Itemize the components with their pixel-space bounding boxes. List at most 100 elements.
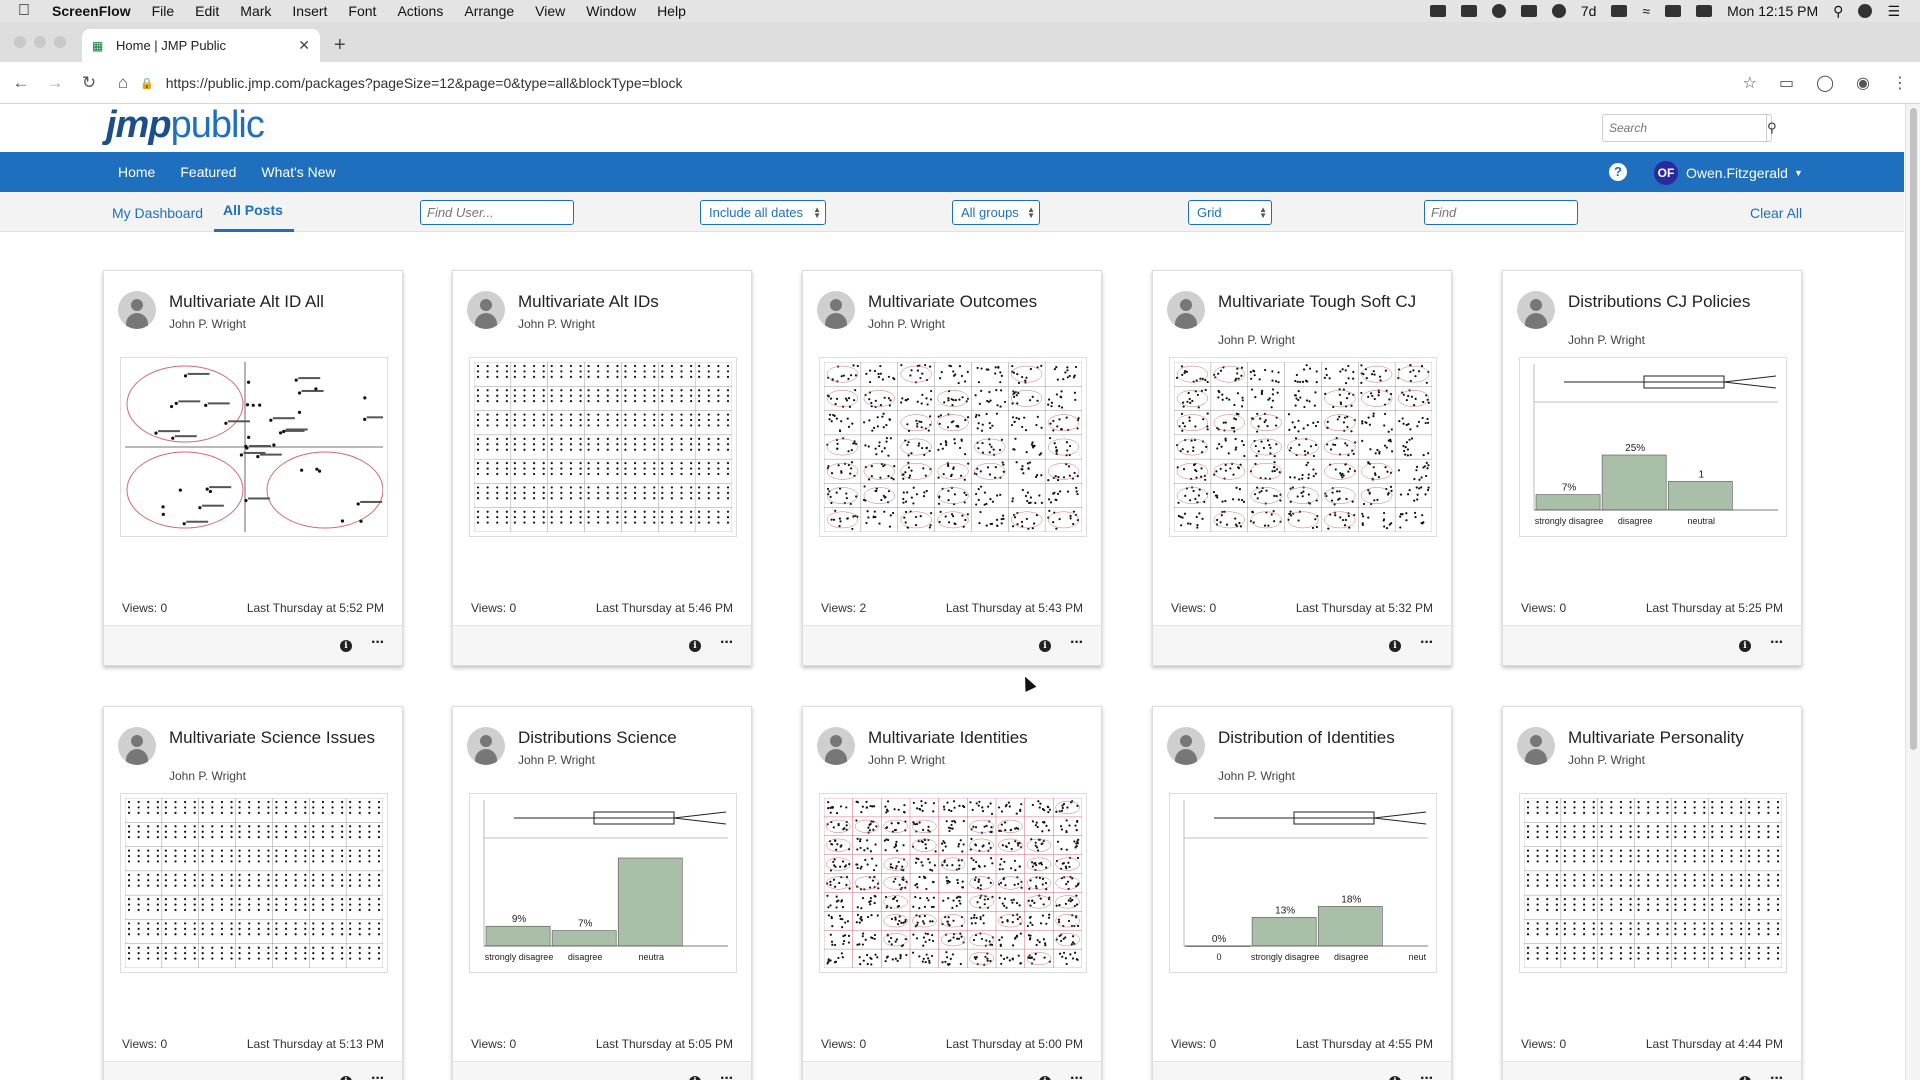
more-options-icon[interactable]: ···	[371, 1070, 385, 1080]
author-avatar[interactable]	[1517, 727, 1555, 765]
zoom-window-button[interactable]	[54, 36, 66, 48]
forward-icon[interactable]: →	[42, 73, 68, 93]
post-card[interactable]: Multivariate Tough Soft CJ John P. Wrigh…	[1152, 270, 1452, 666]
jmp-public-logo[interactable]: jmppublic	[106, 104, 265, 147]
address-bar[interactable]: 🔒 https://public.jmp.com/packages?pageSi…	[140, 69, 1750, 97]
author-avatar[interactable]	[1517, 291, 1555, 329]
post-title[interactable]: Multivariate Alt ID All	[169, 293, 397, 311]
menu-help[interactable]: Help	[657, 3, 686, 19]
browser-tab-active[interactable]: ▦ Home | JMP Public ✕	[82, 29, 320, 62]
more-options-icon[interactable]: ···	[371, 634, 385, 652]
dates-select[interactable]: Include all dates ▲ ▼	[700, 200, 826, 225]
find-user-input[interactable]	[420, 200, 574, 225]
post-card[interactable]: Distributions Science John P. Wright 9% 7…	[452, 706, 752, 1080]
app-status-icon[interactable]	[1611, 5, 1628, 17]
post-thumbnail[interactable]	[1169, 357, 1437, 537]
cloud-icon[interactable]	[1460, 5, 1477, 17]
more-options-icon[interactable]: ···	[1770, 634, 1784, 652]
battery-icon[interactable]	[1696, 5, 1713, 17]
menu-view[interactable]: View	[535, 3, 565, 19]
menu-arrange[interactable]: Arrange	[464, 3, 514, 19]
apple-icon[interactable]: 	[18, 2, 38, 20]
post-thumbnail[interactable]	[1519, 793, 1787, 973]
post-author[interactable]: John P. Wright	[169, 769, 246, 783]
post-author[interactable]: John P. Wright	[1218, 333, 1295, 347]
post-title[interactable]: Distribution of Identities	[1218, 729, 1446, 747]
post-thumbnail[interactable]	[819, 793, 1087, 973]
menu-mark[interactable]: Mark	[240, 3, 271, 19]
new-tab-icon[interactable]: +	[334, 34, 346, 57]
menu-actions[interactable]: Actions	[397, 3, 443, 19]
profile-icon[interactable]: ◉	[1856, 73, 1870, 93]
post-card[interactable]: Multivariate Science Issues John P. Wrig…	[103, 706, 403, 1080]
post-title[interactable]: Distributions Science	[518, 729, 746, 747]
nav-home[interactable]: Home	[118, 164, 155, 180]
post-thumbnail[interactable]	[469, 357, 737, 537]
menu-font[interactable]: Font	[348, 3, 376, 19]
post-card[interactable]: Multivariate Alt ID All John P. Wright V…	[103, 270, 403, 666]
author-avatar[interactable]	[1167, 727, 1205, 765]
author-avatar[interactable]	[118, 727, 156, 765]
page-scrollbar[interactable]	[1905, 104, 1920, 1080]
post-card[interactable]: Distribution of Identities John P. Wrigh…	[1152, 706, 1452, 1080]
nav-whats-new[interactable]: What's New	[261, 164, 335, 180]
scrollbar-thumb[interactable]	[1910, 108, 1917, 750]
post-thumbnail[interactable]: 0% 13% 18% 0 strongly disagree disagree neut	[1169, 793, 1437, 973]
info-icon[interactable]: i	[1739, 640, 1751, 652]
close-tab-icon[interactable]: ✕	[298, 37, 310, 54]
airplay-icon[interactable]	[1665, 5, 1682, 17]
reload-icon[interactable]: ↻	[76, 73, 102, 93]
info-icon[interactable]: i	[1389, 1076, 1401, 1080]
screen-record-icon[interactable]	[1429, 5, 1446, 17]
post-author[interactable]: John P. Wright	[868, 317, 945, 331]
menu-edit[interactable]: Edit	[195, 3, 219, 19]
lock-icon[interactable]: 🔒	[140, 77, 154, 90]
author-avatar[interactable]	[118, 291, 156, 329]
info-icon[interactable]: i	[1739, 1076, 1751, 1080]
more-options-icon[interactable]: ···	[1770, 1070, 1784, 1080]
post-card[interactable]: Multivariate Alt IDs John P. Wright View…	[452, 270, 752, 666]
post-thumbnail[interactable]: 7% 25% 1 strongly disagree disagree neutral	[1519, 357, 1787, 537]
wifi-icon[interactable]: ≈	[1642, 3, 1650, 19]
post-author[interactable]: John P. Wright	[868, 753, 945, 767]
author-avatar[interactable]	[1167, 291, 1205, 329]
post-author[interactable]: John P. Wright	[169, 317, 246, 331]
post-card[interactable]: Multivariate Personality John P. Wright …	[1502, 706, 1802, 1080]
notification-center-icon[interactable]: ☰	[1887, 3, 1900, 20]
status-7d[interactable]: 7d	[1581, 3, 1597, 19]
groups-select[interactable]: All groups ▲ ▼	[952, 200, 1040, 225]
more-options-icon[interactable]: ···	[1420, 634, 1434, 652]
menu-file[interactable]: File	[152, 3, 175, 19]
post-author[interactable]: John P. Wright	[518, 753, 595, 767]
author-avatar[interactable]	[467, 291, 505, 329]
extension-icon[interactable]: ◯	[1816, 73, 1834, 93]
author-avatar[interactable]	[817, 291, 855, 329]
user-menu[interactable]: OF Owen.Fitzgerald ▼	[1654, 161, 1803, 185]
info-icon[interactable]: i	[689, 1076, 701, 1080]
post-title[interactable]: Multivariate Tough Soft CJ	[1218, 293, 1446, 311]
info-icon[interactable]: i	[340, 1076, 352, 1080]
more-options-icon[interactable]: ···	[1070, 634, 1084, 652]
info-icon[interactable]: i	[340, 640, 352, 652]
post-thumbnail[interactable]	[120, 793, 388, 973]
post-card[interactable]: Multivariate Outcomes John P. Wright Vie…	[802, 270, 1102, 666]
post-thumbnail[interactable]: 9% 7% strongly disagree disagree neutra	[469, 793, 737, 973]
bookmark-star-icon[interactable]: ☆	[1743, 73, 1757, 93]
minimize-window-button[interactable]	[34, 36, 46, 48]
author-avatar[interactable]	[817, 727, 855, 765]
post-thumbnail[interactable]	[120, 357, 388, 537]
back-icon[interactable]: ←	[8, 73, 34, 93]
site-search-input[interactable]	[1603, 115, 1766, 141]
close-window-button[interactable]	[14, 36, 26, 48]
post-author[interactable]: John P. Wright	[518, 317, 595, 331]
clear-all-link[interactable]: Clear All	[1750, 205, 1802, 221]
post-title[interactable]: Multivariate Personality	[1568, 729, 1796, 747]
more-options-icon[interactable]: ···	[720, 1070, 734, 1080]
author-avatar[interactable]	[467, 727, 505, 765]
cast-icon[interactable]: ▭	[1779, 73, 1794, 93]
post-card[interactable]: Distributions CJ Policies John P. Wright…	[1502, 270, 1802, 666]
info-icon[interactable]: i	[1039, 640, 1051, 652]
view-select[interactable]: Grid ▲ ▼	[1188, 200, 1272, 225]
globe-icon[interactable]	[1551, 4, 1566, 18]
post-card[interactable]: Multivariate Identities John P. Wright V…	[802, 706, 1102, 1080]
